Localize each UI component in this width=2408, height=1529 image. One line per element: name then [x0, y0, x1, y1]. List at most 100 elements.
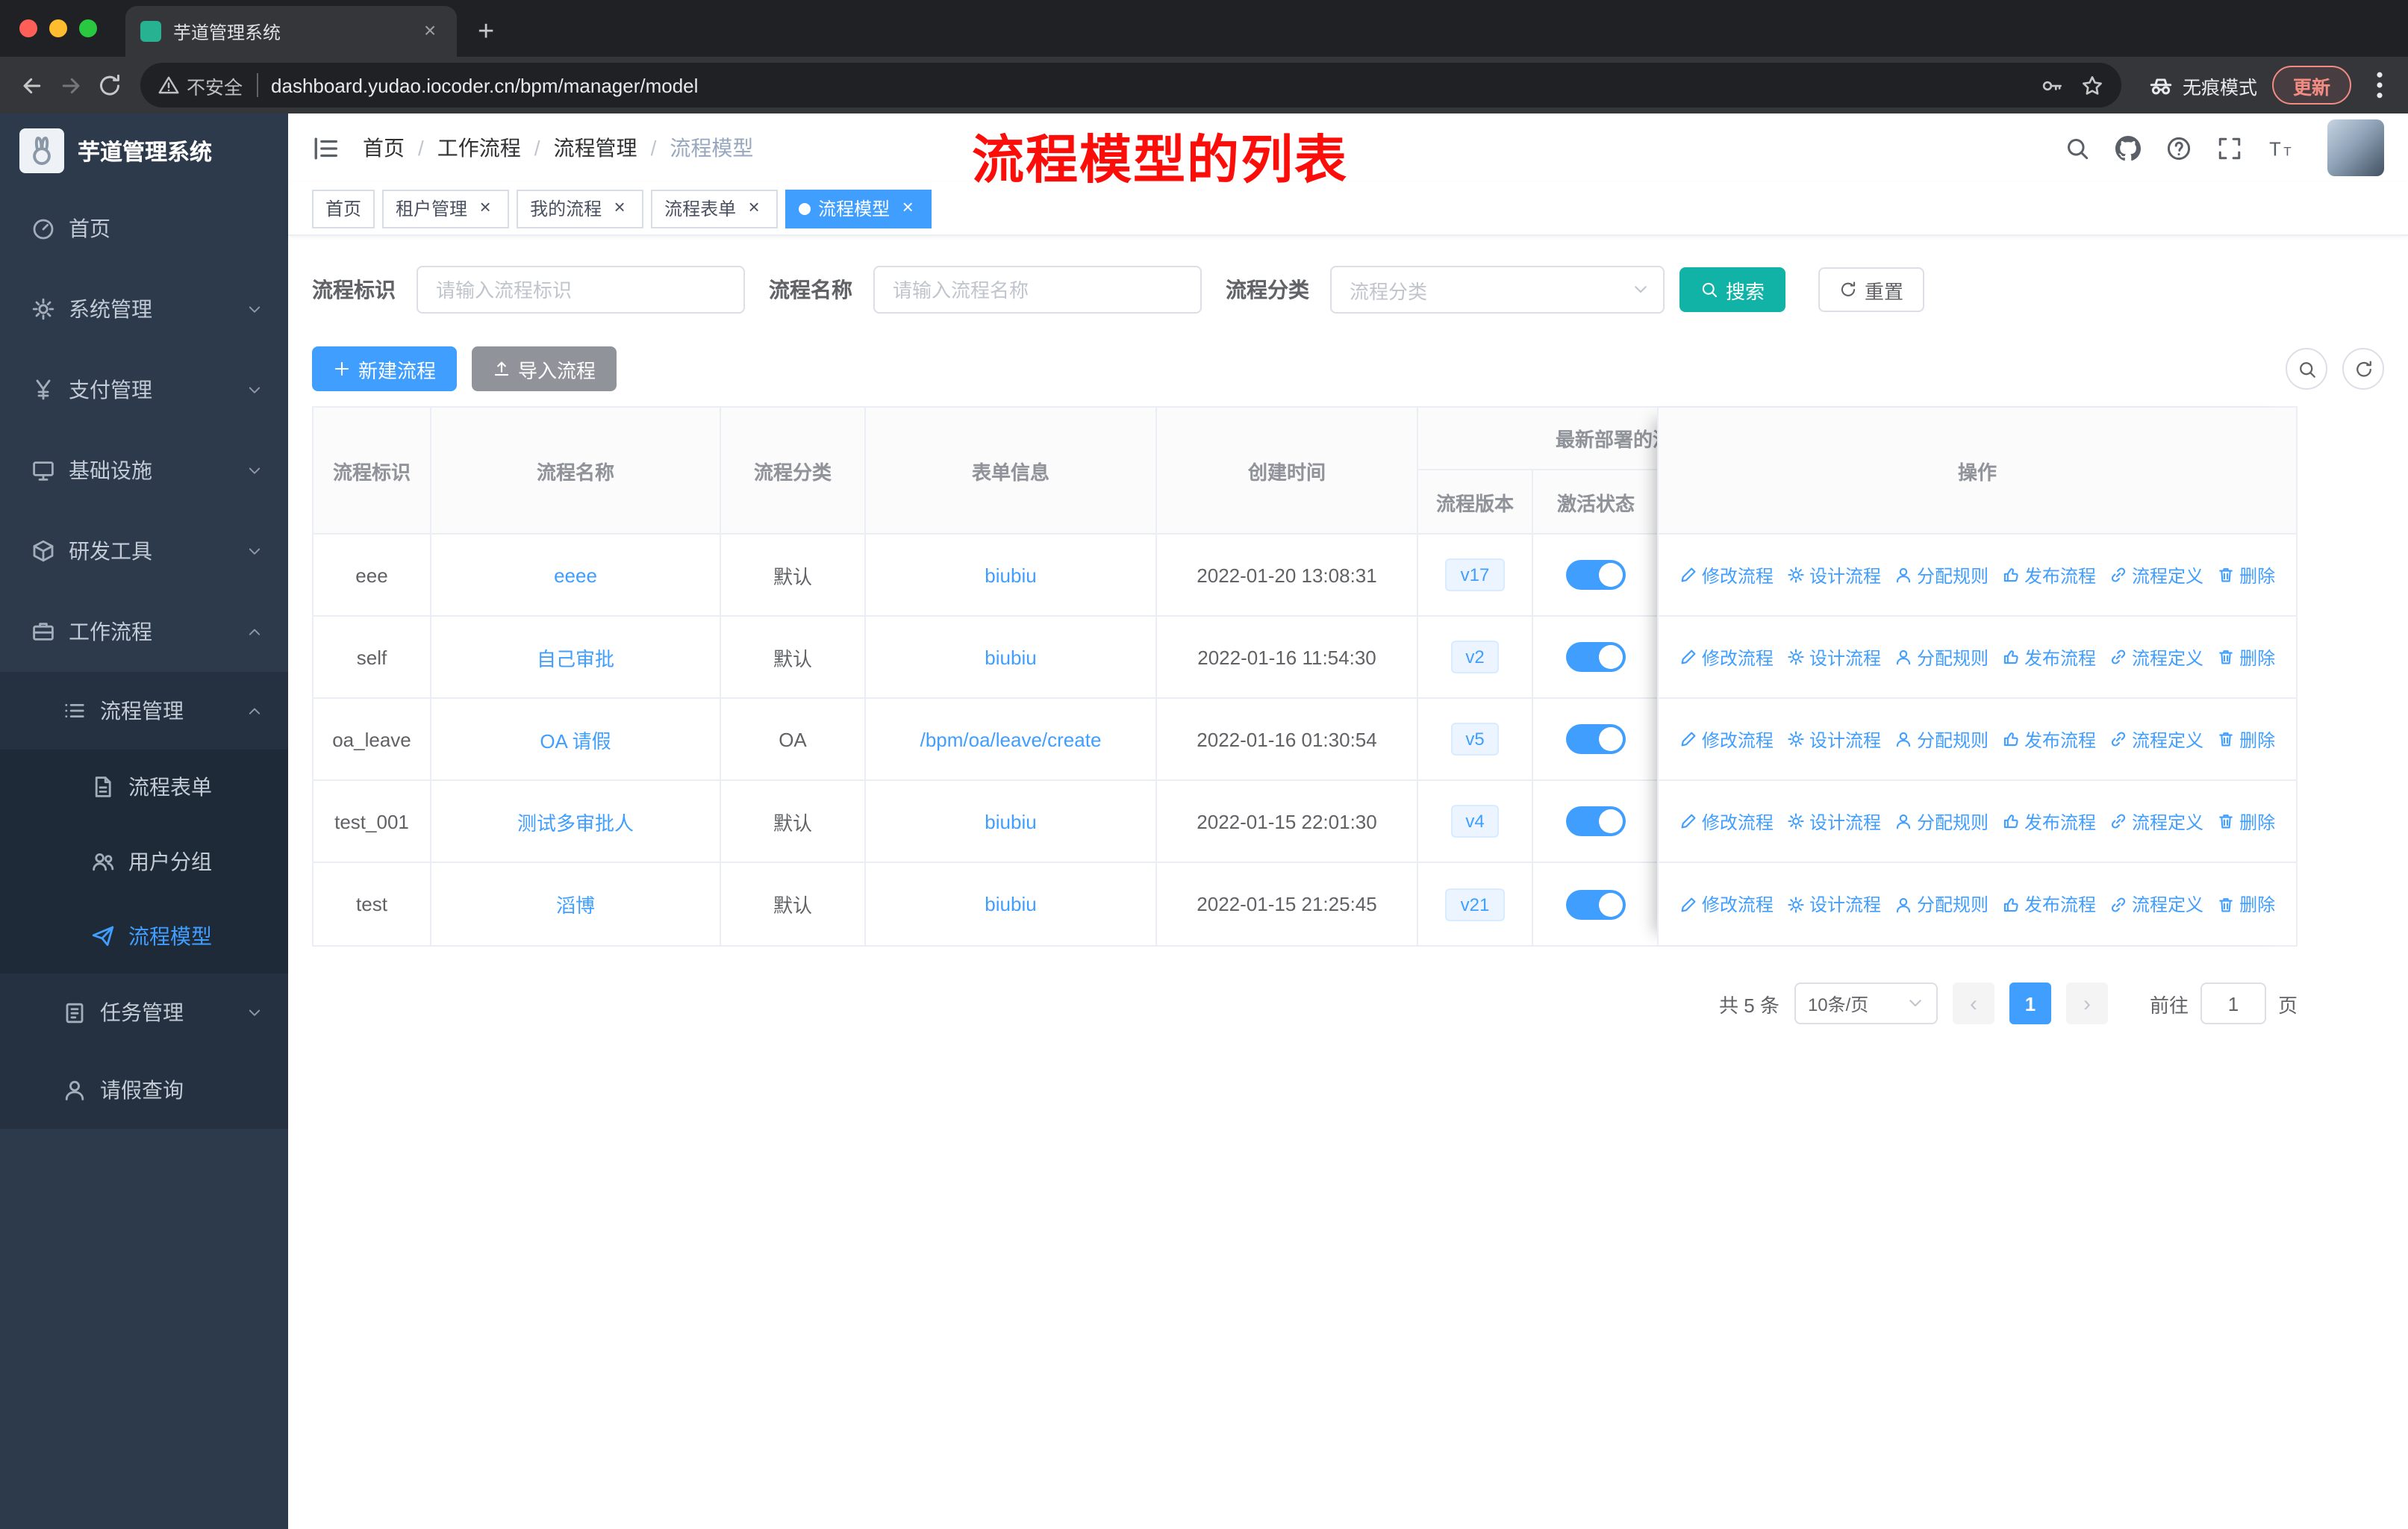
delete-action[interactable]: 删除	[2217, 891, 2275, 917]
search-icon[interactable]	[2065, 135, 2090, 161]
tab-tag-4[interactable]: 流程模型 ×	[785, 189, 932, 228]
assign-action[interactable]: 分配规则	[1894, 891, 1989, 917]
modify-action[interactable]: 修改流程	[1679, 809, 1774, 834]
browser-tab[interactable]: 芋道管理系统 ×	[125, 6, 457, 57]
sidebar-item-infra[interactable]: 基础设施	[0, 430, 288, 511]
active-toggle[interactable]	[1566, 724, 1626, 754]
form-link[interactable]: /bpm/oa/leave/create	[920, 728, 1102, 750]
window-close-button[interactable]	[19, 19, 37, 37]
bookmark-star-icon[interactable]	[2081, 74, 2103, 96]
refresh-table-button[interactable]	[2342, 348, 2384, 390]
tab-close-icon[interactable]: ×	[418, 19, 442, 43]
assign-action[interactable]: 分配规则	[1894, 644, 1989, 670]
publish-action[interactable]: 发布流程	[2002, 726, 2096, 752]
assign-action[interactable]: 分配规则	[1894, 562, 1989, 588]
new-tab-button[interactable]: +	[478, 18, 494, 46]
form-link[interactable]: biubiu	[985, 564, 1036, 586]
publish-action[interactable]: 发布流程	[2002, 891, 2096, 917]
design-action[interactable]: 设计流程	[1787, 562, 1881, 588]
design-action[interactable]: 设计流程	[1787, 726, 1881, 752]
breadcrumb-item[interactable]: 首页	[363, 133, 405, 163]
help-icon[interactable]	[2166, 135, 2192, 161]
sidebar-item-task-manage[interactable]: 任务管理	[0, 974, 288, 1051]
assign-action[interactable]: 分配规则	[1894, 809, 1989, 834]
close-icon[interactable]: ×	[897, 196, 918, 219]
fullscreen-icon[interactable]	[2217, 135, 2242, 161]
design-action[interactable]: 设计流程	[1787, 809, 1881, 834]
design-action[interactable]: 设计流程	[1787, 644, 1881, 670]
import-process-button[interactable]: 导入流程	[472, 346, 617, 391]
process-name-link[interactable]: 滔博	[556, 890, 595, 918]
definition-action[interactable]: 流程定义	[2109, 809, 2203, 834]
avatar[interactable]	[2327, 119, 2384, 176]
publish-action[interactable]: 发布流程	[2002, 809, 2096, 834]
sidebar-item-leave-query[interactable]: 请假查询	[0, 1051, 288, 1129]
back-icon[interactable]	[12, 66, 51, 105]
app-logo[interactable]: 芋道管理系统	[0, 113, 288, 188]
design-action[interactable]: 设计流程	[1787, 891, 1881, 917]
category-select[interactable]: 流程分类	[1330, 266, 1665, 314]
tab-tag-1[interactable]: 租户管理 ×	[382, 189, 510, 228]
process-name-link[interactable]: 测试多审批人	[517, 807, 634, 835]
definition-action[interactable]: 流程定义	[2109, 891, 2203, 917]
breadcrumb-item[interactable]: 流程管理	[554, 133, 637, 163]
create-process-button[interactable]: 新建流程	[312, 346, 458, 391]
sidebar-item-process-manage[interactable]: 流程管理	[0, 672, 288, 750]
next-page-button[interactable]: ›	[2065, 983, 2108, 1024]
sidebar-item-user-group[interactable]: 用户分组	[0, 824, 288, 899]
process-name-link[interactable]: OA 请假	[540, 725, 611, 753]
active-toggle[interactable]	[1566, 560, 1626, 590]
active-toggle[interactable]	[1566, 806, 1626, 836]
form-link[interactable]: biubiu	[985, 893, 1036, 915]
modify-action[interactable]: 修改流程	[1679, 644, 1774, 670]
sidebar-fold-icon[interactable]	[312, 134, 340, 162]
close-icon[interactable]: ×	[475, 196, 496, 219]
toggle-search-button[interactable]	[2286, 348, 2327, 390]
forward-icon[interactable]	[51, 66, 90, 105]
form-link[interactable]: biubiu	[985, 810, 1036, 832]
modify-action[interactable]: 修改流程	[1679, 562, 1774, 588]
window-minimize-button[interactable]	[49, 19, 67, 37]
password-key-icon[interactable]	[2041, 74, 2063, 96]
process-key-input[interactable]	[417, 266, 745, 314]
tab-tag-2[interactable]: 我的流程 ×	[517, 189, 644, 228]
delete-action[interactable]: 删除	[2217, 562, 2275, 588]
delete-action[interactable]: 删除	[2217, 809, 2275, 834]
breadcrumb-item[interactable]: 工作流程	[437, 133, 521, 163]
tab-tag-0[interactable]: 首页	[312, 189, 375, 228]
sidebar-item-workflow[interactable]: 工作流程	[0, 591, 288, 672]
definition-action[interactable]: 流程定义	[2109, 562, 2203, 588]
search-button[interactable]: 搜索	[1679, 267, 1786, 312]
delete-action[interactable]: 删除	[2217, 644, 2275, 670]
form-link[interactable]: biubiu	[985, 646, 1036, 668]
definition-action[interactable]: 流程定义	[2109, 644, 2203, 670]
current-page-button[interactable]: 1	[2009, 983, 2051, 1024]
definition-action[interactable]: 流程定义	[2109, 726, 2203, 752]
publish-action[interactable]: 发布流程	[2002, 644, 2096, 670]
close-icon[interactable]: ×	[609, 196, 630, 219]
page-size-select[interactable]: 10条/页	[1794, 983, 1938, 1024]
process-name-link[interactable]: eeee	[554, 564, 597, 586]
modify-action[interactable]: 修改流程	[1679, 891, 1774, 917]
sidebar-item-payment[interactable]: 支付管理	[0, 349, 288, 430]
prev-page-button[interactable]: ‹	[1952, 983, 1994, 1024]
tab-tag-3[interactable]: 流程表单 ×	[651, 189, 779, 228]
url-field[interactable]: 不安全 dashboard.yudao.iocoder.cn/bpm/manag…	[140, 63, 2121, 108]
sidebar-item-process-form[interactable]: 流程表单	[0, 750, 288, 824]
browser-menu-icon[interactable]	[2363, 69, 2396, 102]
process-name-link[interactable]: 自己审批	[537, 643, 614, 671]
security-indicator[interactable]: 不安全	[158, 71, 243, 99]
goto-page-input[interactable]	[2200, 983, 2266, 1024]
sidebar-item-home[interactable]: 首页	[0, 188, 288, 269]
active-toggle[interactable]	[1566, 889, 1626, 919]
font-size-icon[interactable]: TT	[2268, 135, 2293, 161]
github-icon[interactable]	[2115, 135, 2141, 161]
reset-button[interactable]: 重置	[1818, 267, 1925, 312]
sidebar-item-process-model[interactable]: 流程模型	[0, 899, 288, 974]
delete-action[interactable]: 删除	[2217, 726, 2275, 752]
reload-icon[interactable]	[90, 66, 128, 105]
assign-action[interactable]: 分配规则	[1894, 726, 1989, 752]
process-name-input[interactable]	[873, 266, 1202, 314]
sidebar-item-system[interactable]: 系统管理	[0, 269, 288, 349]
window-maximize-button[interactable]	[79, 19, 97, 37]
